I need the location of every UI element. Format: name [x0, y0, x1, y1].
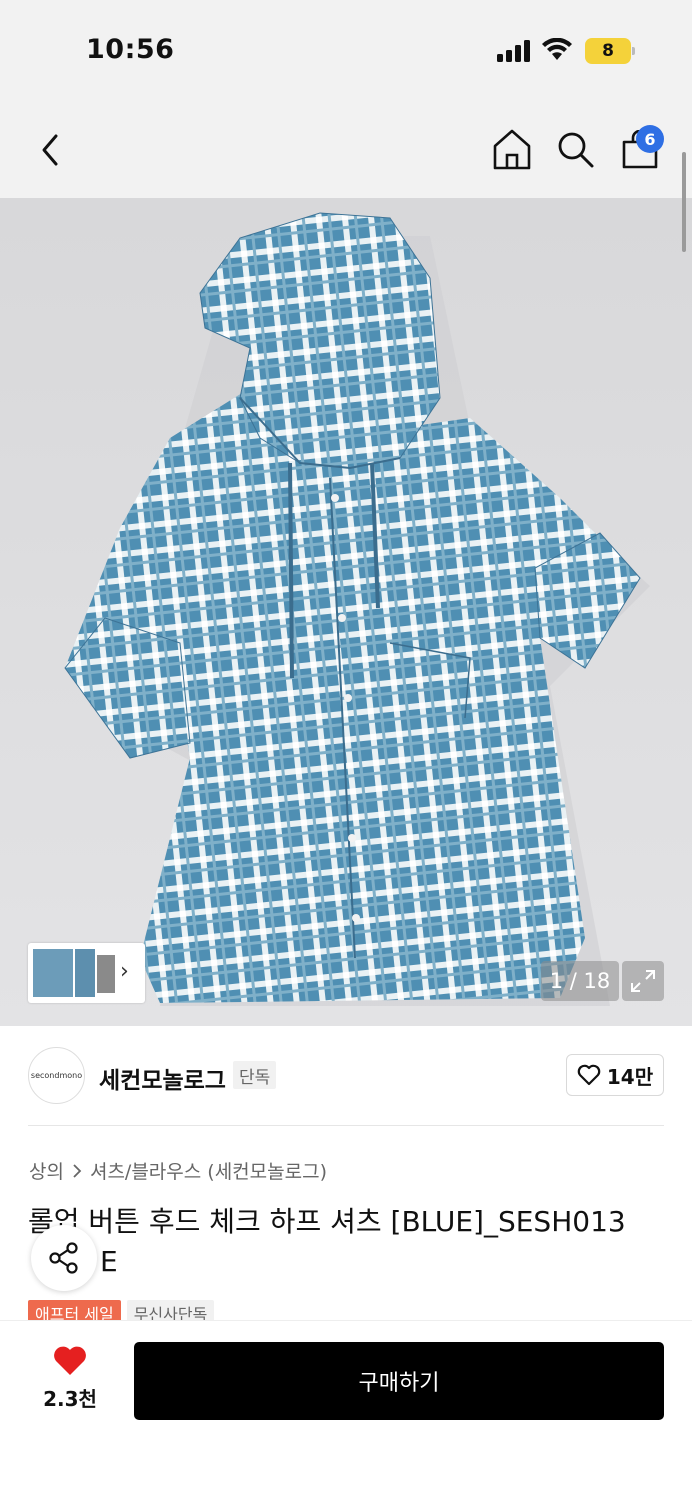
expand-icon[interactable] [622, 961, 664, 1001]
battery-icon: 8 [585, 38, 635, 64]
thumbnail-strip[interactable]: › [28, 943, 145, 1003]
wishlist-count: 2.3천 [43, 1387, 97, 1411]
brand-like-count: 14만 [606, 1064, 654, 1089]
cart-count-badge: 6 [636, 125, 664, 153]
status-time: 10:56 [86, 34, 175, 65]
chevron-right-icon [73, 1163, 82, 1178]
chevron-right-icon: › [120, 959, 129, 984]
share-icon [49, 1242, 78, 1274]
divider [28, 1125, 664, 1126]
product-title-line1: 롤업 버튼 후드 체크 하프 셔츠 [BLUE]_SESH013 [28, 1205, 626, 1238]
product-photo [64, 212, 650, 1006]
battery-level: 8 [585, 38, 631, 64]
product-image[interactable] [0, 198, 692, 1026]
brand-logo[interactable]: secondmono [28, 1047, 85, 1104]
bottom-action-bar: 2.3천 구매하기 [0, 1320, 692, 1500]
buy-button[interactable]: 구매하기 [134, 1342, 664, 1420]
brand-like-button[interactable]: 14만 [566, 1054, 664, 1096]
brand-name[interactable]: 세컨모놀로그 [99, 1061, 226, 1095]
home-icon[interactable] [492, 128, 532, 170]
breadcrumb-parent[interactable]: 상의 [29, 1157, 64, 1184]
heart-filled-icon [54, 1346, 86, 1375]
status-bar: 10:56 8 [0, 0, 692, 100]
product-title: 롤업 버튼 후드 체크 하프 셔츠 [BLUE]_SESH013 E [28, 1202, 664, 1282]
thumbnail-image [33, 949, 115, 997]
brand-exclusive-tag: 단독 [233, 1061, 277, 1089]
image-counter: 1 / 18 [541, 961, 619, 1001]
chevron-left-icon[interactable] [30, 128, 70, 172]
cellular-signal-icon [497, 40, 530, 62]
breadcrumb-child[interactable]: 셔츠/블라우스 (세컨모놀로그) [90, 1157, 327, 1184]
breadcrumb: 상의 셔츠/블라우스 (세컨모놀로그) [29, 1157, 327, 1184]
heart-outline-icon [577, 1064, 601, 1086]
brand-row: secondmono 세컨모놀로그 단독 14만 [0, 1026, 692, 1126]
wifi-icon [542, 38, 572, 60]
search-icon[interactable] [556, 130, 596, 170]
share-button[interactable] [31, 1225, 97, 1291]
wishlist-button[interactable]: 2.3천 [30, 1345, 110, 1412]
product-title-line2: E [100, 1245, 118, 1278]
scroll-indicator[interactable] [682, 152, 686, 252]
